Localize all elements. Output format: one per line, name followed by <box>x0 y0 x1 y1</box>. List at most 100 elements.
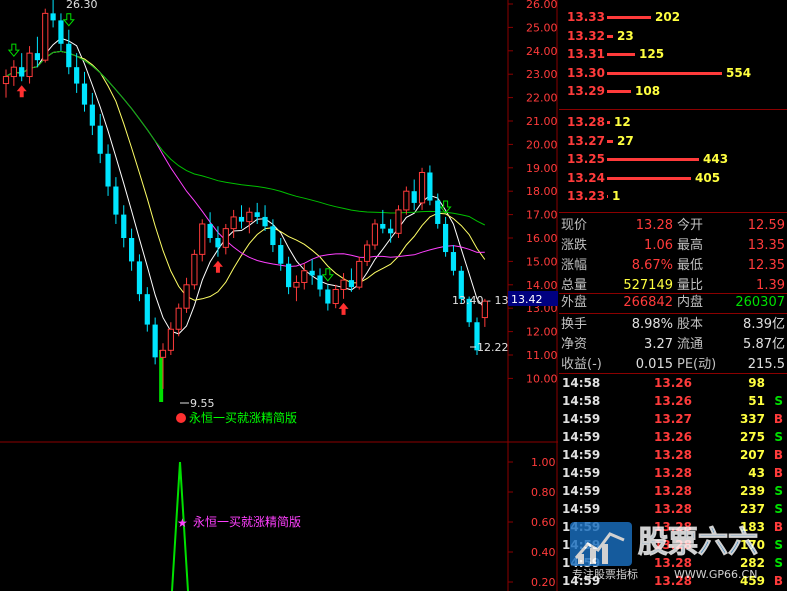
shares-value: 8.39亿 <box>743 317 785 332</box>
tick-price: 13.26 <box>654 394 692 408</box>
tick-time: 14:58 <box>562 376 601 390</box>
tick-side: B <box>773 448 783 462</box>
orderbook-level[interactable]: 13.33 202 <box>559 8 787 26</box>
level-volume-bar <box>607 34 613 38</box>
tick-time: 14:59 <box>562 412 601 426</box>
level-volume: 443 <box>703 152 729 167</box>
open-label: 今开 <box>677 218 704 233</box>
price-axis-label: 12.00 <box>526 326 558 339</box>
tick-price: 13.26 <box>654 430 692 444</box>
tick-price: 13.28 <box>654 466 692 480</box>
level-price: 13.32 <box>567 28 605 43</box>
tick-row[interactable]: 14:59 13.27 337 B <box>559 410 787 428</box>
tick-row[interactable]: 14:59 13.28 43 B <box>559 464 787 482</box>
tick-row[interactable]: 14:59 13.28 237 S <box>559 500 787 518</box>
pct-value: 8.67% <box>631 258 673 273</box>
candle[interactable] <box>191 249 198 290</box>
level-volume: 405 <box>695 170 721 185</box>
level-volume: 125 <box>639 47 665 62</box>
level-volume-bar <box>607 176 691 180</box>
turnover-label: 换手 <box>561 317 588 332</box>
orderbook-level[interactable]: 13.25 443 <box>559 150 787 168</box>
candle[interactable] <box>403 186 410 215</box>
price-label: 现价 <box>561 218 588 233</box>
tick-time: 14:59 <box>562 484 601 498</box>
tick-side: B <box>773 466 783 480</box>
orderbook-level[interactable]: 13.30 554 <box>559 64 787 82</box>
last-price-tag: 13.42 <box>511 293 543 306</box>
range-label: 13.40 - 13 <box>452 294 508 307</box>
kline-chart[interactable]: 26.00 25.00 24.00 23.00 22.00 21.00 20.00 19.00… <box>0 0 558 591</box>
high-value: 13.35 <box>747 238 785 253</box>
candle[interactable] <box>356 256 363 290</box>
level-price: 13.30 <box>567 65 605 80</box>
eps-label: 收益(-) <box>561 357 602 372</box>
level-volume-bar <box>607 53 635 57</box>
formula-dot-icon <box>176 413 186 423</box>
tick-row[interactable]: 14:58 13.26 98 <box>559 374 787 392</box>
star-icon: ★ <box>177 516 188 530</box>
ind-axis-label: 0.20 <box>531 576 556 589</box>
tick-volume: 337 <box>739 412 765 426</box>
candle[interactable] <box>42 8 49 63</box>
level-volume: 554 <box>726 65 752 80</box>
tick-side: S <box>774 430 783 444</box>
turnover-value: 8.98% <box>631 317 673 332</box>
gp66-watermark-logo: 股票六六 专注股票指标 WWW.GP66.CN <box>570 522 759 581</box>
tick-side: S <box>774 484 783 498</box>
watermark-brand: 股票六六 <box>638 525 758 560</box>
orderbook-level[interactable]: 13.29 108 <box>559 82 787 100</box>
tick-time: 14:59 <box>562 502 601 516</box>
tick-row[interactable]: 14:58 13.26 51 S <box>559 392 787 410</box>
level-price: 13.25 <box>567 152 605 167</box>
outer-value: 266842 <box>623 295 673 310</box>
ind-axis-label: 0.60 <box>531 516 556 529</box>
netasset-label: 净资 <box>561 337 588 352</box>
level-price: 13.28 <box>567 115 605 129</box>
pe-label: PE(动) <box>677 357 717 372</box>
orderbook-level[interactable]: 13.31 125 <box>559 45 787 63</box>
price-axis-label: 23.00 <box>526 68 558 81</box>
price-axis-label: 15.00 <box>526 255 558 268</box>
right-low-label: 12.22 <box>477 341 509 354</box>
candle[interactable] <box>136 254 143 302</box>
candle[interactable] <box>152 317 158 365</box>
tick-volume: 275 <box>739 430 765 444</box>
watermark-slogan: 专注股票指标 <box>572 567 638 581</box>
watermark-url: WWW.GP66.CN <box>674 568 757 581</box>
orderbook-level[interactable]: 13.32 23 <box>559 27 787 45</box>
price-axis-label: 24.00 <box>526 45 558 58</box>
tick-price: 13.28 <box>654 448 692 462</box>
tick-side: B <box>773 412 783 426</box>
inner-value: 260307 <box>735 295 785 310</box>
price-axis-label: 18.00 <box>526 185 558 198</box>
outer-inner-row: 外盘 266842 内盘 260307 <box>559 293 787 313</box>
low-label-q: 最低 <box>677 258 704 273</box>
level-volume: 12 <box>614 115 631 129</box>
main-formula-title: 永恒一买就涨精简版 <box>189 410 297 425</box>
quote-divider-top <box>559 212 787 213</box>
tick-row[interactable]: 14:59 13.28 239 S <box>559 482 787 500</box>
ind-axis-label: 0.40 <box>531 546 556 559</box>
tick-row[interactable]: 14:59 13.26 275 S <box>559 428 787 446</box>
price-value: 13.28 <box>635 218 673 233</box>
price-axis-label: 14.00 <box>526 279 558 292</box>
tick-price: 13.26 <box>654 376 692 390</box>
candle[interactable] <box>395 205 402 238</box>
ind-axis-label: 0.80 <box>531 486 556 499</box>
tick-volume: 51 <box>748 394 765 408</box>
level-price: 13.29 <box>567 84 605 99</box>
shares-label: 股本 <box>677 317 704 332</box>
orderbook-level[interactable]: 13.28 12 <box>559 113 787 131</box>
tick-price: 13.27 <box>654 412 692 426</box>
level-volume-bar <box>607 16 651 19</box>
inner-label: 内盘 <box>677 295 704 310</box>
candle[interactable] <box>371 219 379 250</box>
orderbook-level[interactable]: 13.24 405 <box>559 169 787 187</box>
tick-row[interactable]: 14:59 13.28 207 B <box>559 446 787 464</box>
level-price: 13.23 <box>567 189 605 204</box>
orderbook-level[interactable]: 13.23 1 <box>559 187 787 205</box>
price-axis-label: 10.00 <box>526 372 558 385</box>
orderbook-level[interactable]: 13.27 27 <box>559 132 787 150</box>
price-axis-label: 26.00 <box>526 0 558 11</box>
